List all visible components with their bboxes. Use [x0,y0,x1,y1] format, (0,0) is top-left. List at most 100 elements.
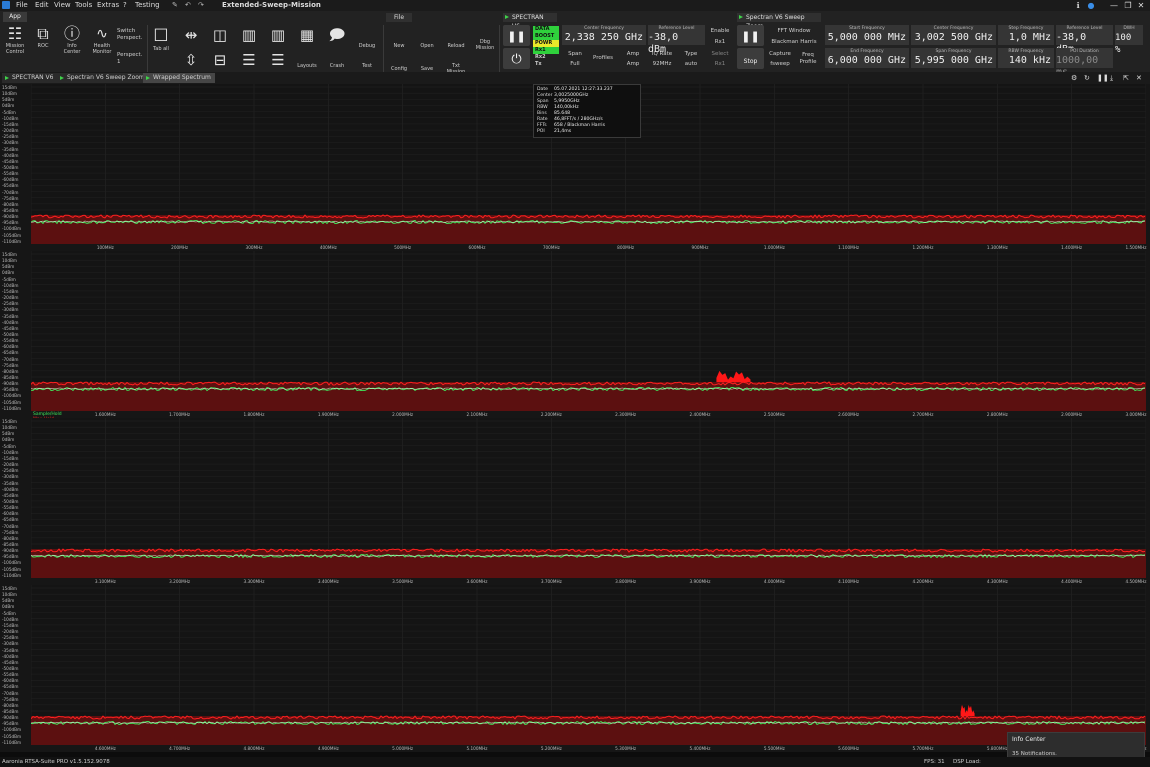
close-icon[interactable]: ✕ [1135,0,1147,11]
tab-spectran-v6[interactable]: SPECTRAN V6 [2,73,58,83]
menu-testing[interactable]: Testing [135,0,160,11]
minimize-icon[interactable]: — [1108,0,1120,11]
layout-grid-button[interactable]: ▦ [296,26,318,44]
menu-tools[interactable]: Tools [75,0,92,11]
device2-stop-button[interactable]: Stop [737,48,764,69]
y-axis-tick-label: -90dBm [2,214,19,220]
select-dropdown[interactable]: Rx1 [707,61,733,68]
y-axis-tick-label: -110dBm [2,739,22,745]
spectrum-panel[interactable]: 15dBm 10dBm 5dBm 0dBm -5dBm -10dBm -15dBm -20dB… [0,251,1150,422]
end-frequency-readout[interactable]: End Frequency 6,000 000 GHz [825,48,909,68]
undo-icon[interactable]: ↶ [185,0,191,11]
tab-sweep-zoom[interactable]: Spectran V6 Sweep Zoom [57,73,149,83]
layouts-dropdown[interactable]: Layouts [296,63,318,69]
perspective-dropdown[interactable]: Perspect. 1 [117,52,145,66]
device1-pause-button[interactable]: ❚❚ [503,25,530,46]
roc-button[interactable]: ⧉ ROC [31,25,55,50]
layout-3row-button[interactable]: ☰ [238,51,260,69]
mission-control-button[interactable]: ☷ Mission Control [3,25,27,56]
center-frequency-readout[interactable]: Center Frequency 3,002 500 GHz [911,25,996,45]
device1-center-frequency[interactable]: Center Frequency 2,338 250 GHz [562,25,646,45]
capture-label: Capture [769,51,791,57]
test-button[interactable]: Test [355,63,379,69]
info-icon[interactable]: ℹ [1072,0,1084,11]
enable-dropdown[interactable]: Rx1 [707,39,733,46]
two-column-icon: ◫ [212,26,228,44]
type-dropdown[interactable]: auto [678,61,704,68]
menu-help[interactable]: ? [123,0,127,11]
x-axis-tick-label: 1.300MHz [986,245,1008,250]
crash-button[interactable]: Crash [326,63,348,69]
reference-level-readout[interactable]: Reference Level -38,0 dBm [1056,25,1113,55]
menu-extras[interactable]: Extras [97,0,119,11]
x-axis-tick-label: 300MHz [245,245,263,250]
spectrum-panel[interactable]: 15dBm 10dBm 5dBm 0dBm -5dBm -10dBm -15dBm -20dB… [0,418,1150,585]
x-axis-tick-label: 500MHz [394,245,412,250]
layout-split-h-button[interactable]: ⇹ [180,26,202,44]
y-axis-tick-label: -80dBm [2,368,19,374]
device1-power-button[interactable]: ⏻ [503,48,530,69]
y-axis-tick-label: -20dBm [2,295,19,301]
x-axis-tick-label: 4.300MHz [986,579,1008,584]
spectrum-plot-area[interactable] [31,585,1146,745]
fft-window-dropdown[interactable]: Blackman Harris [768,39,820,46]
reload-button[interactable]: Reload [444,43,468,49]
ribbon-tab-file[interactable]: File [386,13,412,22]
dbg-mission-button[interactable]: Dbg Mission [473,39,497,51]
tab-all-button[interactable]: ☐ Tab all [150,26,172,52]
layout-4col-button[interactable]: ▥ [267,26,289,44]
y-axis-tick-label: 5dBm [2,431,15,437]
layout-4row-button[interactable]: ☰ [267,51,289,69]
poi-duration-readout[interactable]: POI Duration 1000,00 ms [1056,48,1113,78]
menu-edit[interactable]: Edit [35,0,49,11]
help-icon[interactable]: ● [1085,0,1097,11]
debug-button[interactable]: Debug [355,43,379,49]
menu-file[interactable]: File [16,0,28,11]
x-axis-tick-label: 2.700MHz [912,412,934,417]
step-frequency-readout[interactable]: Step Frequency 1,0 MHz [998,25,1054,45]
switch-perspective-button[interactable]: Switch Perspect. [117,28,145,42]
menu-view[interactable]: View [54,0,71,11]
refresh-icon[interactable]: ↻ [1084,73,1090,83]
layout-2row-button[interactable]: ⊟ [209,51,231,69]
capture-dropdown[interactable]: fsweep [766,61,794,68]
tab-wrapped-spectrum[interactable]: Wrapped Spectrum [143,73,215,83]
freq-profile-button[interactable]: Freq Profile [796,52,820,66]
open-button[interactable]: Open [415,43,439,49]
redo-icon[interactable]: ↷ [198,0,204,11]
pause-icon[interactable]: ❚❚ [1097,73,1109,83]
layout-split-v-button[interactable]: ⇳ [180,51,202,69]
layout-2col-button[interactable]: ◫ [209,26,231,44]
y-axis-tick-label: -65dBm [2,350,19,356]
device1-reference-level[interactable]: Reference Level -38,0 dBm [648,25,705,55]
square-layout-icon: ☐ [153,26,169,46]
download-icon[interactable]: ⤓ [1110,73,1113,83]
spectrum-panel[interactable]: 15dBm 10dBm 5dBm 0dBm -5dBm -10dBm -15dBm -20dB… [0,585,1150,752]
y-axis-tick-label: -70dBm [2,690,19,696]
start-frequency-readout[interactable]: Start Frequency 5,000 000 MHz [825,25,909,45]
spectrum-plot-area[interactable] [31,251,1146,411]
spectrum-plot-area[interactable] [31,418,1146,578]
type-label: Type [684,51,698,57]
new-button[interactable]: New [387,43,411,49]
x-axis-tick-label: 4.900MHz [317,746,339,751]
layout-3col-button[interactable]: ▥ [238,26,260,44]
health-monitor-button[interactable]: ∿ Health Monitor [89,25,115,55]
comment-button[interactable]: 🗩 [326,26,348,44]
info-center-notification[interactable]: Info Center 35 Notifications. [1007,732,1145,760]
maximize-icon[interactable]: ❐ [1122,0,1134,11]
rbw-frequency-readout[interactable]: RBW Frequency 140 kHz [998,48,1054,68]
amp-dropdown[interactable]: Amp [620,61,646,68]
close-tab-icon[interactable]: ✕ [1136,73,1142,83]
span-dropdown[interactable]: Full [562,61,588,68]
iq-rate-dropdown[interactable]: 92MHz [648,61,676,68]
pen-icon[interactable]: ✎ [172,0,178,11]
dwh-readout[interactable]: DWH 100 % [1115,25,1143,55]
profiles-button[interactable]: Profiles [590,55,616,62]
info-center-button[interactable]: ⓘ Info Center [60,25,84,56]
span-frequency-readout[interactable]: Span Frequency 5,995 000 GHz [911,48,996,68]
settings-icon[interactable]: ⚙ [1071,73,1077,83]
device2-pause-button[interactable]: ❚❚ [737,25,764,46]
ribbon-tab-app[interactable]: App [3,12,27,22]
undock-icon[interactable]: ⇱ [1123,73,1129,83]
